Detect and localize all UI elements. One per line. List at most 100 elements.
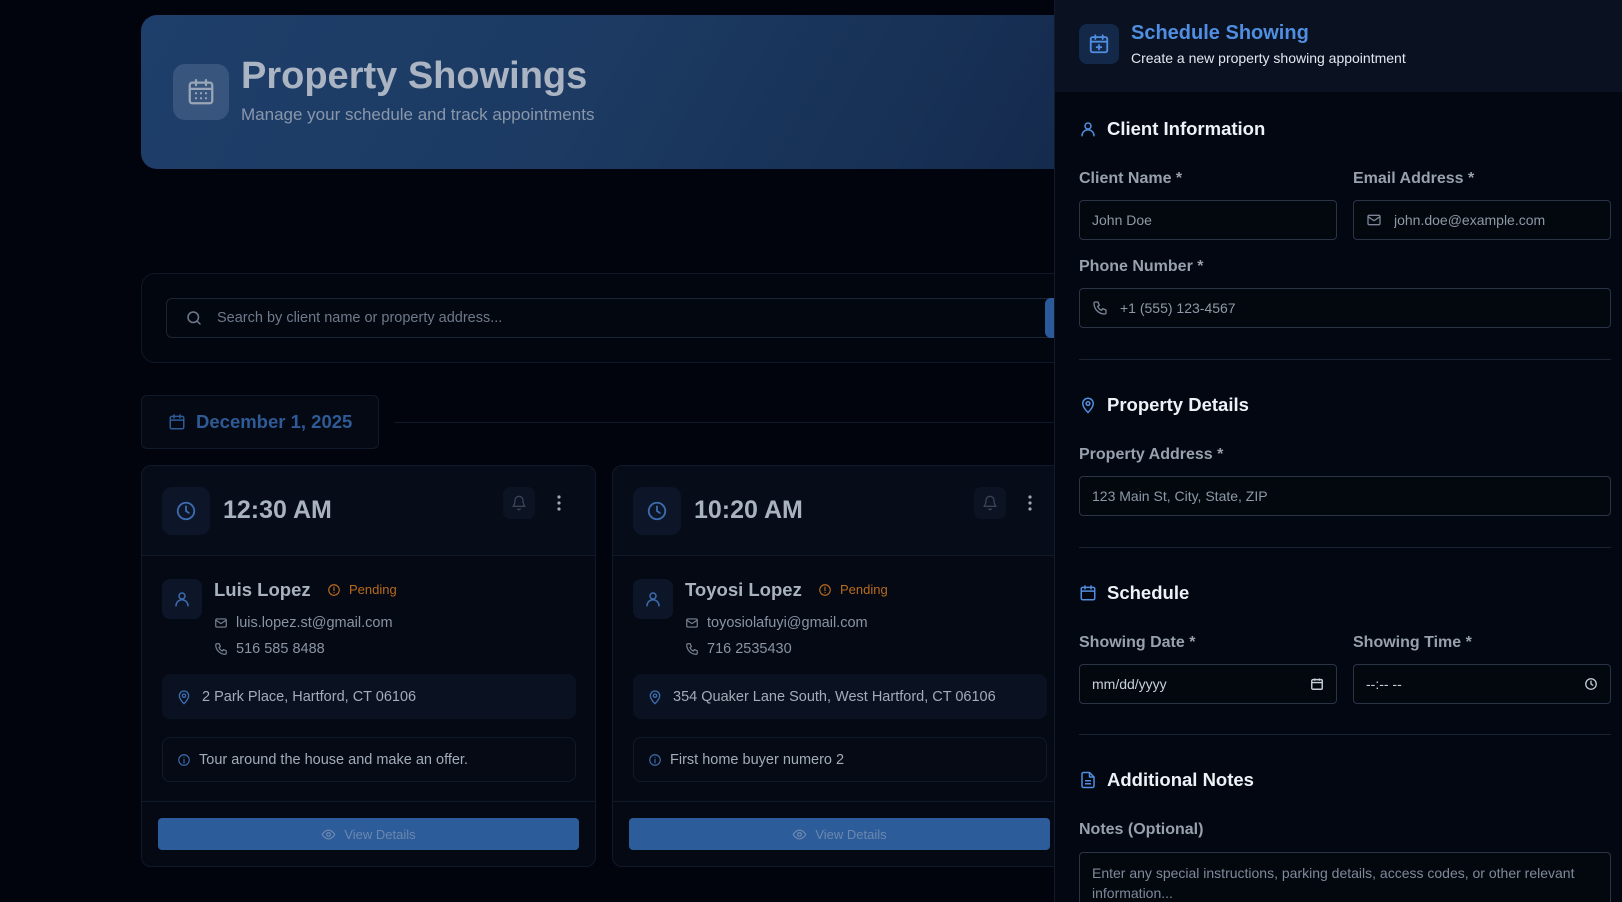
property-address-label: Property Address * bbox=[1079, 446, 1224, 463]
client-name: Luis Lopez bbox=[214, 579, 311, 600]
showing-date-field[interactable]: mm/dd/yyyy bbox=[1079, 664, 1337, 704]
card-footer: View Details bbox=[613, 801, 1054, 866]
drawer-subtitle: Create a new property showing appointmen… bbox=[1131, 50, 1406, 66]
mail-icon bbox=[686, 618, 698, 628]
property-address: 354 Quaker Lane South, West Hartford, CT… bbox=[633, 674, 1047, 719]
card-header: 10:20 AM bbox=[613, 466, 1054, 556]
email-label: Email Address * bbox=[1353, 170, 1475, 187]
mail-icon bbox=[1367, 214, 1381, 226]
client-phone-text: 516 585 8488 bbox=[236, 641, 325, 657]
clock-icon bbox=[162, 487, 210, 535]
user-icon bbox=[162, 579, 202, 619]
client-email-text: luis.lopez.st@gmail.com bbox=[236, 615, 393, 631]
phone-icon bbox=[686, 643, 698, 655]
page-header: Property Showings Manage your schedule a… bbox=[141, 15, 1054, 169]
view-details-label: View Details bbox=[344, 826, 416, 842]
calendar-icon bbox=[173, 64, 229, 120]
clock-icon bbox=[633, 487, 681, 535]
showing-time-label: Showing Time * bbox=[1353, 634, 1472, 651]
client-phone-text: 716 2535430 bbox=[707, 641, 792, 657]
info-icon bbox=[649, 753, 661, 766]
map-pin-icon bbox=[1081, 397, 1095, 414]
schedule-title: Schedule bbox=[1107, 582, 1190, 603]
client-name-input[interactable] bbox=[1092, 212, 1324, 228]
section-divider bbox=[1079, 547, 1611, 548]
mail-icon bbox=[215, 618, 227, 628]
page-subtitle: Manage your schedule and track appointme… bbox=[241, 105, 595, 124]
drawer-title: Schedule Showing bbox=[1131, 22, 1309, 44]
notes-title: Additional Notes bbox=[1107, 769, 1254, 790]
showing-note: First home buyer numero 2 bbox=[633, 737, 1047, 782]
client-name-label: Client Name * bbox=[1079, 170, 1183, 187]
showing-time: 10:20 AM bbox=[694, 496, 803, 524]
card-header: 12:30 AM bbox=[142, 466, 595, 556]
property-address-input[interactable] bbox=[1092, 488, 1598, 504]
section-divider bbox=[1079, 734, 1611, 735]
client-name-field[interactable] bbox=[1079, 200, 1337, 240]
search-filter-button[interactable] bbox=[1045, 298, 1054, 338]
client-info-heading: Client Information bbox=[1079, 118, 1265, 140]
property-details-title: Property Details bbox=[1107, 394, 1249, 415]
card-footer: View Details bbox=[142, 801, 595, 866]
notes-label: Notes (Optional) bbox=[1079, 821, 1204, 838]
showing-date-label: Showing Date * bbox=[1079, 634, 1196, 651]
showing-note-text: First home buyer numero 2 bbox=[670, 751, 845, 768]
view-details-button[interactable]: View Details bbox=[629, 818, 1050, 850]
calendar-plus-icon bbox=[1079, 24, 1119, 64]
status-badge: Pending bbox=[327, 582, 397, 597]
phone-field[interactable] bbox=[1079, 288, 1611, 328]
client-email[interactable]: luis.lopez.st@gmail.com bbox=[214, 615, 393, 631]
alert-circle-icon bbox=[819, 583, 831, 596]
showing-time-value: --:-- -- bbox=[1366, 676, 1402, 692]
more-vertical-icon[interactable] bbox=[1020, 492, 1040, 514]
bell-icon[interactable] bbox=[503, 487, 535, 519]
page-title: Property Showings bbox=[241, 55, 588, 97]
phone-label: Phone Number * bbox=[1079, 258, 1204, 275]
notes-textarea[interactable]: Enter any special instructions, parking … bbox=[1079, 852, 1611, 902]
file-text-icon bbox=[1081, 771, 1095, 789]
view-details-button[interactable]: View Details bbox=[158, 818, 579, 850]
schedule-heading: Schedule bbox=[1079, 582, 1189, 604]
showings-page: Property Showings Manage your schedule a… bbox=[0, 0, 1054, 902]
property-address: 2 Park Place, Hartford, CT 06106 bbox=[162, 674, 576, 719]
email-input[interactable] bbox=[1394, 212, 1598, 228]
more-vertical-icon[interactable] bbox=[549, 492, 569, 514]
drawer-header: Schedule Showing Create a new property s… bbox=[1055, 0, 1622, 92]
bell-icon[interactable] bbox=[974, 487, 1006, 519]
map-pin-icon bbox=[178, 689, 190, 705]
search-box[interactable] bbox=[166, 298, 1054, 338]
client-name: Toyosi Lopez bbox=[685, 579, 802, 600]
property-address-field[interactable] bbox=[1079, 476, 1611, 516]
client-phone[interactable]: 516 585 8488 bbox=[214, 641, 325, 657]
notes-heading: Additional Notes bbox=[1079, 769, 1254, 791]
alert-circle-icon bbox=[328, 583, 340, 596]
info-icon bbox=[178, 753, 190, 766]
search-input[interactable] bbox=[217, 310, 1017, 326]
email-field[interactable] bbox=[1353, 200, 1611, 240]
showing-date-value: mm/dd/yyyy bbox=[1092, 676, 1167, 692]
client-email-text: toyosiolafuyi@gmail.com bbox=[707, 615, 868, 631]
client-email[interactable]: toyosiolafuyi@gmail.com bbox=[685, 615, 868, 631]
phone-icon bbox=[215, 643, 227, 655]
property-address-text: 354 Quaker Lane South, West Hartford, CT… bbox=[673, 688, 996, 705]
status-label: Pending bbox=[349, 582, 397, 597]
property-address-text: 2 Park Place, Hartford, CT 06106 bbox=[202, 688, 417, 705]
calendar-picker-icon[interactable] bbox=[1310, 677, 1324, 691]
map-pin-icon bbox=[649, 689, 661, 705]
client-info-title: Client Information bbox=[1107, 118, 1266, 139]
phone-icon bbox=[1093, 301, 1107, 315]
search-icon bbox=[185, 309, 203, 327]
phone-input[interactable] bbox=[1120, 300, 1598, 316]
user-icon bbox=[633, 579, 673, 619]
clock-icon[interactable] bbox=[1584, 677, 1598, 691]
eye-icon bbox=[792, 828, 807, 840]
user-icon bbox=[1081, 122, 1095, 137]
showing-card: 10:20 AM Toyosi Lopez Pending toyosiolaf… bbox=[612, 465, 1054, 867]
section-divider bbox=[1079, 359, 1611, 360]
showing-time-field[interactable]: --:-- -- bbox=[1353, 664, 1611, 704]
showing-card: 12:30 AM Luis Lopez Pending luis.lopez.s… bbox=[141, 465, 596, 867]
client-phone[interactable]: 716 2535430 bbox=[685, 641, 792, 657]
date-divider bbox=[394, 422, 1054, 423]
view-details-label: View Details bbox=[815, 826, 887, 842]
date-group-chip: December 1, 2025 bbox=[141, 395, 379, 449]
